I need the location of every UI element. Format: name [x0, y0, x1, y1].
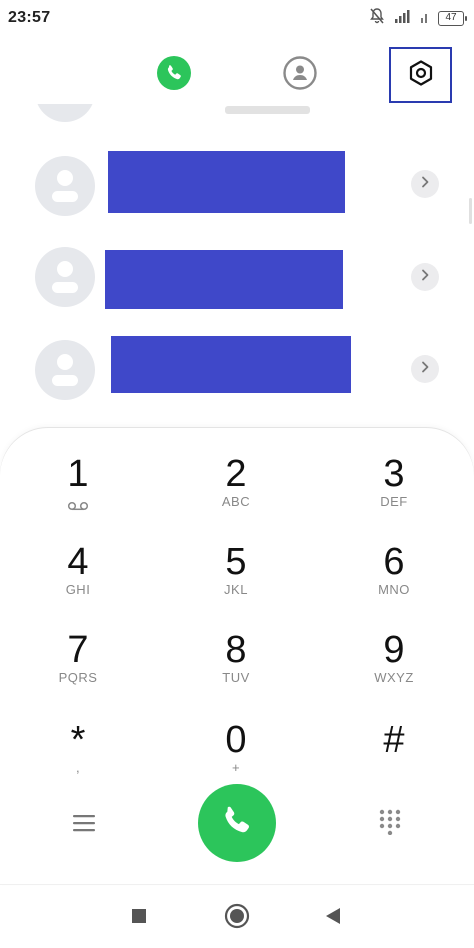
avatar: [35, 104, 95, 122]
phone-icon: [217, 801, 257, 846]
key-9[interactable]: 9 WXYZ: [334, 630, 454, 710]
key-5[interactable]: 5 JKL: [176, 542, 296, 622]
menu-icon: [72, 813, 96, 838]
key-2[interactable]: 2 ABC: [176, 454, 296, 534]
key-8[interactable]: 8 TUV: [176, 630, 296, 710]
tab-settings[interactable]: [389, 47, 452, 103]
redacted-name: [105, 250, 343, 309]
system-navigation-bar: [0, 884, 474, 948]
avatar: [35, 247, 95, 307]
home-circle-icon: [224, 903, 250, 934]
battery-icon: 47: [438, 10, 467, 26]
back-button[interactable]: [318, 903, 348, 933]
key-6[interactable]: 6 MNO: [334, 542, 454, 622]
chevron-right-icon: [420, 175, 430, 193]
redacted-name: [111, 336, 351, 393]
call-details-button[interactable]: [411, 263, 439, 291]
status-time: 23:57: [8, 9, 51, 26]
voicemail-icon: [67, 498, 89, 516]
recents-square-icon: [131, 908, 147, 929]
call-details-button[interactable]: [411, 170, 439, 198]
key-3[interactable]: 3 DEF: [334, 454, 454, 534]
status-bar: 23:57 47: [0, 0, 474, 36]
tab-contacts[interactable]: [280, 55, 320, 95]
wifi-icon: [420, 9, 430, 28]
signal-icon: [394, 9, 412, 28]
list-item[interactable]: [0, 246, 474, 318]
back-triangle-icon: [324, 907, 342, 930]
dialpad-icon: [379, 809, 401, 840]
dialpad-toggle-button[interactable]: [372, 806, 408, 842]
avatar: [35, 156, 95, 216]
key-4[interactable]: 4 GHI: [18, 542, 138, 622]
status-icons: 47: [368, 7, 467, 30]
recents-button[interactable]: [124, 903, 154, 933]
mute-icon: [368, 7, 386, 30]
list-item[interactable]: [0, 336, 474, 410]
home-button[interactable]: [222, 903, 252, 933]
call-button[interactable]: [198, 784, 276, 862]
tab-phone[interactable]: [154, 55, 194, 95]
dialer-actions: [0, 784, 474, 864]
chevron-right-icon: [420, 268, 430, 286]
list-item[interactable]: [0, 151, 474, 226]
hexagon-settings-icon: [407, 59, 435, 92]
person-icon: [282, 55, 318, 96]
redacted-name: [108, 151, 345, 213]
recent-calls-list: [0, 104, 474, 426]
partial-row-text: [225, 106, 310, 114]
list-scrollbar[interactable]: [469, 198, 472, 224]
key-1[interactable]: 1: [18, 454, 138, 534]
phone-icon: [156, 55, 192, 96]
top-nav: [0, 44, 474, 104]
menu-button[interactable]: [66, 810, 102, 840]
call-details-button[interactable]: [411, 355, 439, 383]
key-7[interactable]: 7 PQRS: [18, 630, 138, 710]
avatar: [35, 340, 95, 400]
chevron-right-icon: [420, 360, 430, 378]
